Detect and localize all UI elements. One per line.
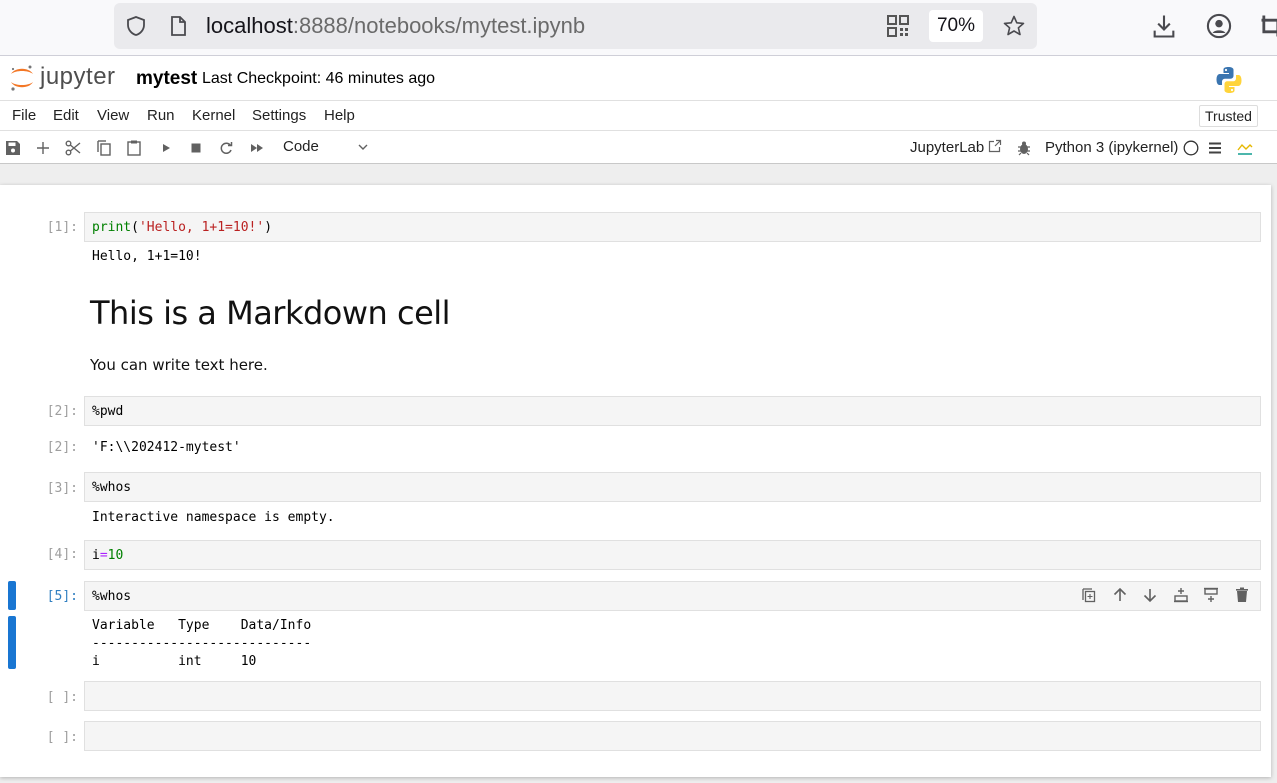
paste-icon[interactable] <box>125 139 143 157</box>
python-logo-icon <box>1214 65 1244 95</box>
code-token-paren: ( <box>131 220 139 235</box>
cell-output: Interactive namespace is empty. <box>92 510 335 525</box>
resource-usage-icon[interactable] <box>1236 139 1254 157</box>
notebook-toolbar: Code JupyterLab Python 3 (ipykernel) <box>0 131 1277 164</box>
insert-above-icon[interactable] <box>1172 586 1190 604</box>
code-token-string: 'Hello, 1+1=10!' <box>138 220 265 235</box>
menu-bar: File Edit View Run Kernel Settings Help … <box>0 101 1277 131</box>
code-token-variable: i <box>92 548 100 563</box>
input-prompt: [ ]: <box>46 690 78 705</box>
menu-view[interactable]: View <box>97 107 129 124</box>
extension-icon[interactable] <box>1258 12 1277 40</box>
code-text: %pwd <box>92 404 124 419</box>
jupyter-logo-icon[interactable] <box>8 63 36 93</box>
notebook-title[interactable]: mytest <box>136 68 197 90</box>
code-token-builtin: print <box>92 220 132 235</box>
fast-forward-icon[interactable] <box>248 139 266 157</box>
code-token-paren: ) <box>264 220 273 235</box>
input-prompt: [2]: <box>46 404 78 419</box>
chevron-down-icon <box>357 140 369 152</box>
url-path: :8888/notebooks/mytest.ipynb <box>292 13 586 38</box>
move-up-icon[interactable] <box>1111 586 1129 604</box>
menu-hamburger-icon[interactable] <box>1206 139 1224 157</box>
browser-toolbar: localhost:8888/notebooks/mytest.ipynb 70… <box>0 0 1277 56</box>
output-prompt: [2]: <box>46 440 78 455</box>
whos-table-row: i int 10 <box>92 654 257 669</box>
stop-icon[interactable] <box>187 139 205 157</box>
code-editor[interactable]: i=10 <box>84 540 1261 570</box>
debugger-bug-icon[interactable] <box>1015 139 1033 157</box>
menu-run[interactable]: Run <box>147 107 175 124</box>
address-bar[interactable]: localhost:8888/notebooks/mytest.ipynb 70… <box>114 3 1037 49</box>
run-icon[interactable] <box>157 139 175 157</box>
url-host: localhost <box>206 13 293 38</box>
menu-settings[interactable]: Settings <box>252 107 306 124</box>
last-checkpoint: Last Checkpoint: 46 minutes ago <box>202 70 436 87</box>
whos-table-header: Variable Type Data/Info <box>92 618 312 633</box>
code-editor[interactable] <box>84 681 1261 711</box>
bookmark-star-icon[interactable] <box>1002 14 1026 38</box>
delete-cell-icon[interactable] <box>1233 586 1251 604</box>
cell-toolbar <box>1080 586 1256 606</box>
open-jupyterlab-link[interactable]: JupyterLab <box>910 139 1002 156</box>
input-prompt: [4]: <box>46 547 78 562</box>
add-cell-icon[interactable] <box>34 139 52 157</box>
duplicate-cell-icon[interactable] <box>1080 586 1098 604</box>
url-text[interactable]: localhost:8888/notebooks/mytest.ipynb <box>206 13 585 39</box>
copy-icon[interactable] <box>95 139 113 157</box>
input-prompt: [3]: <box>46 481 78 496</box>
jupyter-logo-text: jupyter <box>40 63 116 90</box>
input-prompt: [5]: <box>46 589 78 604</box>
code-editor[interactable]: print('Hello, 1+1=10!') <box>84 212 1261 242</box>
code-editor[interactable] <box>84 721 1261 751</box>
output-collapser[interactable] <box>8 616 16 669</box>
cell-output: 'F:\\202412-mytest' <box>92 440 241 455</box>
menu-kernel[interactable]: Kernel <box>192 107 235 124</box>
jupyter-header: jupyter mytest Last Checkpoint: 46 minut… <box>0 57 1277 101</box>
code-text: print('Hello, 1+1=10!') <box>92 220 272 235</box>
markdown-paragraph: You can write text here. <box>90 356 268 374</box>
account-icon[interactable] <box>1205 12 1233 40</box>
kernel-name[interactable]: Python 3 (ipykernel) <box>1045 139 1178 156</box>
code-text: %whos <box>92 480 132 495</box>
markdown-heading: This is a Markdown cell <box>90 294 451 332</box>
menu-help[interactable]: Help <box>324 107 355 124</box>
kernel-status-idle-icon <box>1182 139 1200 157</box>
menu-file[interactable]: File <box>12 107 36 124</box>
jupyterlab-label: JupyterLab <box>910 139 985 156</box>
input-prompt: [ ]: <box>46 730 78 745</box>
cell-type-dropdown[interactable]: Code <box>283 138 373 155</box>
shield-icon[interactable] <box>124 14 148 38</box>
code-token-operator: = <box>99 548 108 563</box>
cell-output: Hello, 1+1=10! <box>92 249 202 264</box>
external-link-icon <box>989 139 1002 153</box>
download-icon[interactable] <box>1150 12 1178 40</box>
code-token-number: 10 <box>107 548 124 563</box>
move-down-icon[interactable] <box>1141 586 1159 604</box>
input-collapser[interactable] <box>8 581 16 610</box>
code-editor[interactable]: %whos <box>84 472 1261 502</box>
code-text: i=10 <box>92 548 123 563</box>
trusted-indicator[interactable]: Trusted <box>1199 105 1258 127</box>
page-icon[interactable] <box>166 14 190 38</box>
restart-icon[interactable] <box>217 139 235 157</box>
qr-code-icon[interactable] <box>886 14 910 38</box>
code-editor[interactable]: %pwd <box>84 396 1261 426</box>
save-icon[interactable] <box>4 139 22 157</box>
input-prompt: [1]: <box>46 220 78 235</box>
whos-table-rule: ---------------------------- <box>92 636 312 651</box>
menu-edit[interactable]: Edit <box>53 107 79 124</box>
zoom-level-badge[interactable]: 70% <box>929 10 983 42</box>
cell-type-value: Code <box>283 138 319 155</box>
cut-icon[interactable] <box>64 139 82 157</box>
insert-below-icon[interactable] <box>1202 586 1220 604</box>
code-text: %whos <box>92 589 132 604</box>
